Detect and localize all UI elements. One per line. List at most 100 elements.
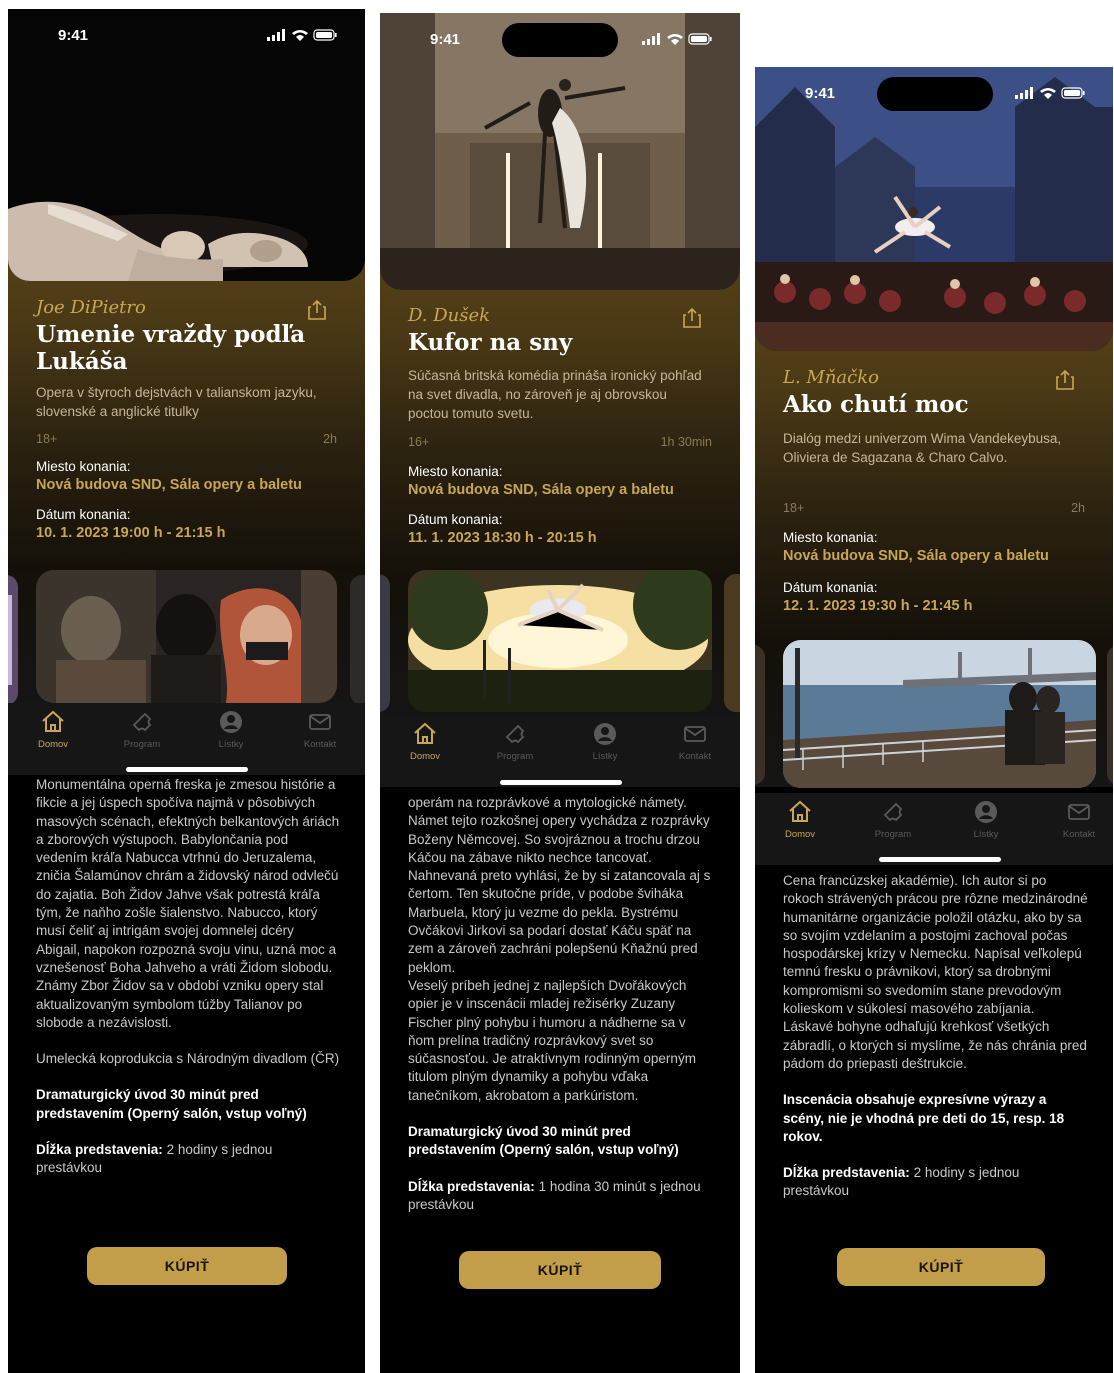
event-duration: 1h 30min xyxy=(660,435,712,449)
ticket-icon xyxy=(132,712,152,732)
mail-icon xyxy=(684,726,706,742)
event-author: L. Mňačko xyxy=(783,367,879,388)
gallery-image[interactable] xyxy=(783,640,1096,788)
event-duration: 2h xyxy=(1071,501,1085,515)
gallery-image[interactable] xyxy=(36,570,337,703)
status-time: 9:41 xyxy=(430,31,461,48)
tab-label-tickets: Lístky xyxy=(218,739,244,750)
tab-label-tickets: Lístky xyxy=(592,751,618,762)
share-icon[interactable] xyxy=(1055,369,1075,391)
status-bar: 9:41 xyxy=(8,9,365,61)
home-icon xyxy=(414,722,436,744)
date-value: 12. 1. 2023 19:30 h - 21:45 h xyxy=(783,598,973,614)
date-value: 11. 1. 2023 18:30 h - 20:15 h xyxy=(408,530,597,546)
intro-note: Dramaturgický úvod 30 minút pred predsta… xyxy=(36,1087,307,1121)
tab-program[interactable]: Program xyxy=(848,799,938,840)
share-icon[interactable] xyxy=(307,299,327,321)
venue-value: Nová budova SND, Sála opery a baletu xyxy=(36,477,302,493)
event-author: Joe DiPietro xyxy=(36,297,146,318)
share-icon[interactable] xyxy=(682,307,702,329)
mail-icon xyxy=(1068,804,1090,820)
event-description: Dialóg medzi univerzom Wima Vandekeybusa… xyxy=(783,431,1062,465)
venue-value: Nová budova SND, Sála opery a baletu xyxy=(408,482,674,498)
age-rating: 18+ xyxy=(783,501,805,515)
tab-label-home: Domov xyxy=(409,751,441,762)
buy-button[interactable]: KÚPIŤ xyxy=(87,1247,287,1285)
event-title: Umenie vraždy podľa Lukáša xyxy=(36,321,306,375)
body-text: Cena francúzskej akadémie). Ich autor si… xyxy=(783,873,1088,1071)
venue-value: Nová budova SND, Sála opery a baletu xyxy=(783,548,1049,564)
event-body: Monumentálna operná freska je zmesou his… xyxy=(36,776,341,1196)
body-text-2: Veselý príbeh jednej z najlepších Dvořák… xyxy=(408,977,696,1103)
home-indicator xyxy=(500,780,622,785)
coproduction-text: Umelecká koprodukcia s Národným divadlom… xyxy=(36,1051,340,1067)
tab-bar: Domov Program Lístky Kontakt xyxy=(380,715,740,787)
carousel-prev-image[interactable] xyxy=(755,645,765,785)
phone-screen-3: 9:41 L. Mňačko Ako chutí moc Dialóg medz… xyxy=(755,67,1113,1373)
venue-label: Miesto konania: xyxy=(36,459,131,474)
tab-program[interactable]: Program xyxy=(97,709,187,750)
length-label: Dĺžka predstavenia: xyxy=(408,1178,535,1194)
intro-note: Inscenácia obsahuje expresívne výrazy a … xyxy=(783,1092,1065,1144)
account-icon xyxy=(594,723,616,745)
tab-home[interactable]: Domov xyxy=(8,709,98,750)
carousel-prev-image[interactable] xyxy=(8,575,18,705)
account-icon xyxy=(975,801,997,823)
tab-label-home: Domov xyxy=(784,829,816,840)
tab-program[interactable]: Program xyxy=(470,721,560,762)
tab-label-tickets: Lístky xyxy=(973,829,999,840)
length-label: Dĺžka predstavenia: xyxy=(783,1165,910,1181)
tab-home[interactable]: Domov xyxy=(755,799,845,840)
tab-label-program: Program xyxy=(123,739,161,750)
signal-wifi-battery-icon xyxy=(267,29,337,41)
body-text: operám na rozprávkové a mytologické náme… xyxy=(408,795,711,975)
status-time: 9:41 xyxy=(58,27,89,44)
tab-tickets[interactable]: Lístky xyxy=(941,799,1031,840)
signal-wifi-battery-icon xyxy=(642,33,712,45)
dynamic-island xyxy=(877,77,993,111)
age-rating: 16+ xyxy=(408,435,430,449)
status-time: 9:41 xyxy=(805,85,836,102)
home-indicator xyxy=(126,767,248,772)
date-label: Dátum konania: xyxy=(408,512,503,527)
carousel-next-image[interactable] xyxy=(350,575,365,705)
age-rating: 18+ xyxy=(36,432,58,446)
tab-contact[interactable]: Kontakt xyxy=(1034,799,1113,840)
length-label: Dĺžka predstavenia: xyxy=(36,1142,163,1158)
venue-label: Miesto konania: xyxy=(783,530,878,545)
tab-label-contact: Kontakt xyxy=(1062,829,1096,840)
tab-contact[interactable]: Kontakt xyxy=(275,709,365,750)
phone-screen-1: 9:41 Joe DiPietro Umenie vraždy podľa Lu… xyxy=(8,9,365,1373)
tab-label-program: Program xyxy=(874,829,912,840)
buy-button[interactable]: KÚPIŤ xyxy=(837,1248,1045,1286)
tab-label-contact: Kontakt xyxy=(678,751,712,762)
date-label: Dátum konania: xyxy=(36,507,131,522)
venue-label: Miesto konania: xyxy=(408,464,503,479)
event-title: Ako chutí moc xyxy=(783,391,969,418)
carousel-prev-image[interactable] xyxy=(380,574,390,712)
status-bar: 9:41 xyxy=(755,67,1113,119)
event-body: operám na rozprávkové a mytologické náme… xyxy=(408,794,713,1232)
event-body: Cena francúzskej akadémie). Ich autor si… xyxy=(783,872,1088,1219)
phone-screen-2: 9:41 D. Dušek Kufor na sny Súčasná brits… xyxy=(380,13,740,1373)
carousel-next-image[interactable] xyxy=(724,574,740,712)
tab-label-contact: Kontakt xyxy=(303,739,337,750)
tab-tickets[interactable]: Lístky xyxy=(186,709,276,750)
account-icon xyxy=(220,711,242,733)
event-title: Kufor na sny xyxy=(408,329,573,356)
body-text: Monumentálna operná freska je zmesou his… xyxy=(36,777,340,1030)
intro-note: Dramaturgický úvod 30 minút pred predsta… xyxy=(408,1124,679,1158)
gallery-image[interactable] xyxy=(408,570,712,712)
carousel-next-image[interactable] xyxy=(1107,645,1113,785)
tab-label-program: Program xyxy=(496,751,534,762)
tab-home[interactable]: Domov xyxy=(380,721,470,762)
buy-button[interactable]: KÚPIŤ xyxy=(459,1251,661,1289)
event-duration: 2h xyxy=(323,432,337,446)
ticket-icon xyxy=(883,802,903,822)
home-icon xyxy=(42,710,64,732)
tab-tickets[interactable]: Lístky xyxy=(560,721,650,762)
event-description: Súčasná britská komédia prináša ironický… xyxy=(408,368,702,421)
tab-contact[interactable]: Kontakt xyxy=(650,721,740,762)
tab-label-home: Domov xyxy=(37,739,69,750)
date-label: Dátum konania: xyxy=(783,580,878,595)
